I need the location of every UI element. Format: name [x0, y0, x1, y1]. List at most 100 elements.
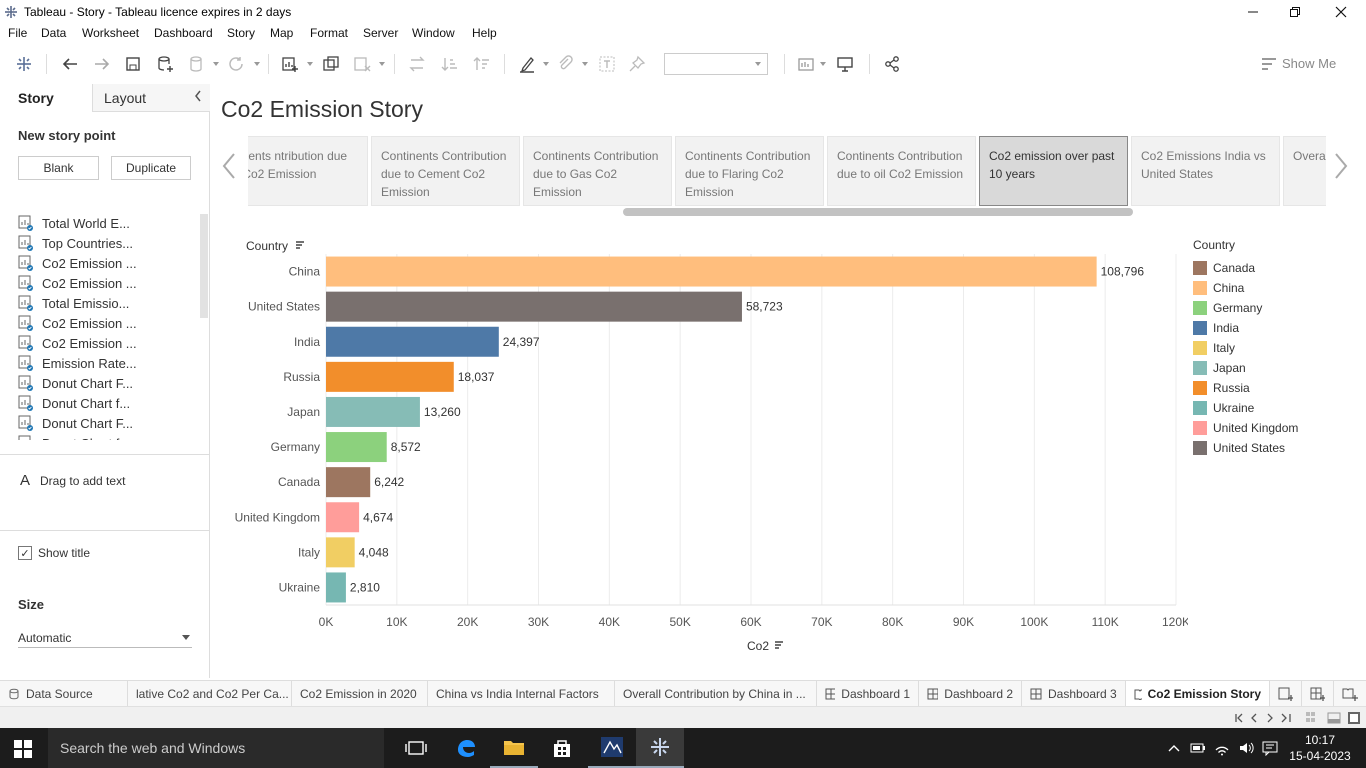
- task-view-button[interactable]: [392, 728, 440, 768]
- tab-dashboard-3[interactable]: Dashboard 3: [1022, 681, 1126, 707]
- legend-item[interactable]: Germany: [1193, 298, 1353, 318]
- bar-united-kingdom[interactable]: [326, 502, 360, 533]
- bar-ukraine[interactable]: [326, 572, 346, 603]
- bar-germany[interactable]: [326, 432, 387, 463]
- story-point-4[interactable]: Continents Contribution due to Flaring C…: [675, 136, 824, 206]
- menu-server[interactable]: Server: [363, 26, 398, 40]
- story-point-3[interactable]: Continents Contribution due to Gas Co2 E…: [523, 136, 672, 206]
- undo-button[interactable]: [58, 52, 82, 76]
- sheet-list-item[interactable]: Total Emissio...: [18, 293, 129, 313]
- show-cards-button[interactable]: [794, 52, 818, 76]
- tab-sheet-overall-contribution[interactable]: Overall Contribution by China in ...: [615, 681, 817, 707]
- show-labels-button[interactable]: [595, 52, 619, 76]
- bar-china[interactable]: [326, 256, 1097, 287]
- new-worksheet-button[interactable]: [278, 52, 302, 76]
- menu-dashboard[interactable]: Dashboard: [154, 26, 213, 40]
- notifications-icon[interactable]: [1262, 740, 1278, 756]
- view-mode-icons[interactable]: [1304, 711, 1364, 725]
- fit-dropdown[interactable]: [664, 53, 768, 75]
- tab-story[interactable]: Story: [18, 90, 54, 106]
- minimize-button[interactable]: [1230, 0, 1276, 24]
- menu-worksheet[interactable]: Worksheet: [82, 26, 139, 40]
- sheet-list-item[interactable]: Donut Chart F...: [18, 413, 133, 433]
- edge-browser-button[interactable]: [442, 728, 490, 768]
- bar-italy[interactable]: [326, 537, 355, 568]
- legend-item[interactable]: United States: [1193, 438, 1353, 458]
- duplicate-sheet-button[interactable]: [319, 52, 343, 76]
- windows-start-icon[interactable]: [14, 740, 32, 758]
- next-story-point-button[interactable]: [1334, 152, 1348, 187]
- share-button[interactable]: [880, 52, 904, 76]
- sheet-list-item[interactable]: Total World E...: [18, 213, 130, 233]
- sort-icon[interactable]: [775, 641, 783, 649]
- pause-updates-button[interactable]: [185, 52, 209, 76]
- menu-map[interactable]: Map: [270, 26, 293, 40]
- tab-sheet-co2-2020[interactable]: Co2 Emission in 2020: [292, 681, 428, 707]
- sheet-list-item[interactable]: Donut Chart f...: [18, 433, 130, 440]
- volume-icon[interactable]: [1238, 740, 1254, 756]
- legend-item[interactable]: Russia: [1193, 378, 1353, 398]
- menu-story[interactable]: Story: [227, 26, 255, 40]
- sheet-list-item[interactable]: Donut Chart F...: [18, 373, 133, 393]
- menu-data[interactable]: Data: [41, 26, 66, 40]
- menu-format[interactable]: Format: [310, 26, 348, 40]
- battery-icon[interactable]: [1190, 740, 1206, 756]
- blank-story-point-button[interactable]: Blank: [18, 156, 99, 180]
- bar-united-states[interactable]: [326, 291, 742, 322]
- sheet-list-item[interactable]: Donut Chart f...: [18, 393, 130, 413]
- tab-layout[interactable]: Layout: [104, 90, 146, 106]
- story-point-6[interactable]: Co2 emission over past 10 years: [979, 136, 1128, 206]
- wifi-icon[interactable]: [1214, 740, 1230, 756]
- tab-sheet-china-india[interactable]: China vs India Internal Factors: [428, 681, 615, 707]
- new-story-tab-button[interactable]: [1334, 681, 1366, 707]
- save-button[interactable]: [121, 52, 145, 76]
- sheet-list-item[interactable]: Emission Rate...: [18, 353, 137, 373]
- new-worksheet-tab-button[interactable]: [1270, 681, 1302, 707]
- highlight-button[interactable]: [515, 52, 539, 76]
- legend-item[interactable]: Japan: [1193, 358, 1353, 378]
- collapse-panel-button[interactable]: [194, 90, 202, 105]
- sort-descending-button[interactable]: [470, 52, 494, 76]
- sort-icon[interactable]: [296, 241, 304, 249]
- sheet-list-item[interactable]: Co2 Emission ...: [18, 273, 137, 293]
- bar-japan[interactable]: [326, 396, 420, 427]
- new-data-source-button[interactable]: [153, 52, 177, 76]
- presentation-mode-button[interactable]: [833, 52, 857, 76]
- menu-file[interactable]: File: [8, 26, 27, 40]
- story-navigator-scrollbar[interactable]: [623, 208, 1133, 216]
- taskbar-search-box[interactable]: Search the web and Windows: [48, 728, 384, 768]
- story-point-7[interactable]: Co2 Emissions India vs United States: [1131, 136, 1280, 206]
- tab-dashboard-1[interactable]: Dashboard 1: [817, 681, 919, 707]
- show-me-button[interactable]: Show Me: [1262, 56, 1336, 71]
- legend-item[interactable]: Ukraine: [1193, 398, 1353, 418]
- legend-item[interactable]: India: [1193, 318, 1353, 338]
- close-button[interactable]: [1318, 0, 1364, 24]
- tab-sheet-per-capita[interactable]: lative Co2 and Co2 Per Ca...: [128, 681, 292, 707]
- fix-axes-button[interactable]: [625, 52, 649, 76]
- tab-dashboard-2[interactable]: Dashboard 2: [919, 681, 1022, 707]
- story-point-5[interactable]: Continents Contribution due to oil Co2 E…: [827, 136, 976, 206]
- story-point-8[interactable]: Overa by Indi Co2 En: [1283, 136, 1326, 206]
- story-point-1[interactable]: ntinents ntribution due to Co2 Emission: [248, 136, 368, 206]
- tab-co2-emission-story[interactable]: Co2 Emission Story: [1126, 681, 1270, 707]
- group-members-button[interactable]: [553, 52, 577, 76]
- swap-button[interactable]: [405, 52, 429, 76]
- new-dashboard-tab-button[interactable]: [1302, 681, 1334, 707]
- app-button-2[interactable]: [588, 728, 636, 768]
- sheet-list-item[interactable]: Co2 Emission ...: [18, 313, 137, 333]
- previous-story-point-button[interactable]: [222, 152, 236, 187]
- sort-ascending-button[interactable]: [438, 52, 462, 76]
- bar-russia[interactable]: [326, 361, 454, 392]
- menu-help[interactable]: Help: [472, 26, 497, 40]
- chevron-up-icon[interactable]: [1166, 740, 1182, 756]
- bar-india[interactable]: [326, 326, 499, 357]
- duplicate-story-point-button[interactable]: Duplicate: [111, 156, 191, 180]
- file-explorer-button[interactable]: [490, 728, 538, 768]
- tableau-home-button[interactable]: [12, 52, 36, 76]
- store-button[interactable]: [538, 728, 586, 768]
- size-select[interactable]: Automatic: [18, 628, 192, 648]
- drag-text-object[interactable]: A Drag to add text: [20, 472, 125, 489]
- sheet-list-scrollbar[interactable]: [200, 214, 208, 318]
- redo-button[interactable]: [90, 52, 114, 76]
- refresh-button[interactable]: [224, 52, 248, 76]
